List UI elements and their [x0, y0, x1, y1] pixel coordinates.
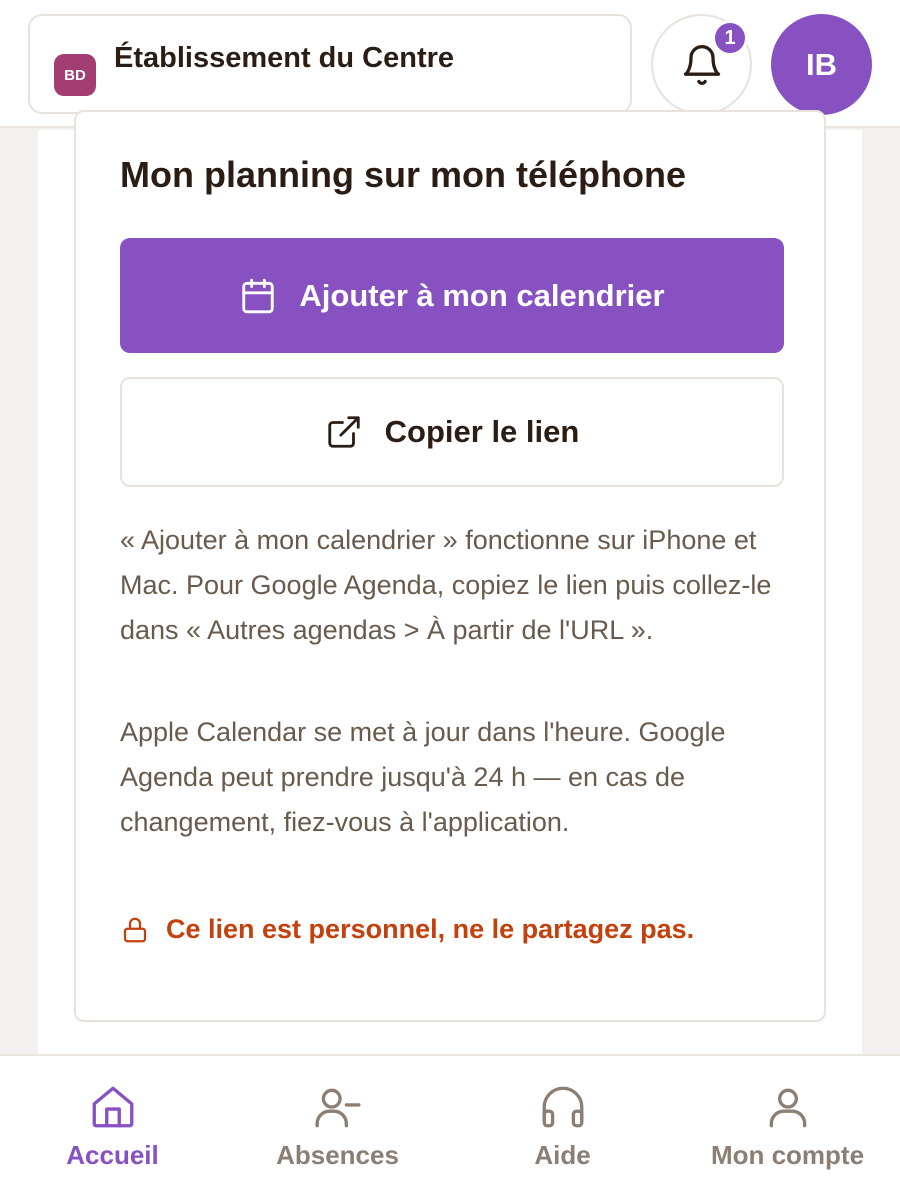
nav-label: Absences	[276, 1140, 399, 1170]
nav-item-absences[interactable]: Absences	[225, 1082, 450, 1171]
school-selector[interactable]: BD Établissement du Centre	[28, 14, 632, 114]
nav-item-aide[interactable]: Aide	[450, 1082, 675, 1171]
calendar-icon	[242, 278, 275, 313]
main-content: Mon planning sur mon téléphone Ajouter à…	[38, 110, 862, 1054]
privacy-warning-text: Ce lien est personnel, ne le partagez pa…	[166, 914, 695, 944]
card-title: Mon planning sur mon téléphone	[120, 154, 686, 195]
external-link-icon	[327, 416, 360, 448]
nav-item-accueil[interactable]: Accueil	[0, 1082, 225, 1171]
instructions-paragraph: « Ajouter à mon calendrier » fonctionne …	[120, 525, 772, 645]
add-to-calendar-label: Ajouter à mon calendrier	[299, 277, 665, 313]
user-avatar[interactable]: IB	[771, 14, 872, 115]
copy-link-label: Copier le lien	[384, 414, 580, 449]
phone-calendar-card: Mon planning sur mon téléphone Ajouter à…	[74, 110, 826, 1022]
school-name: Établissement du Centre	[114, 42, 455, 74]
notification-count-badge: 1	[712, 20, 748, 56]
headphones-icon	[542, 1086, 583, 1128]
bottom-navigation: Accueil Absences Aide Mon compte	[0, 1054, 900, 1200]
notifications-button[interactable]: 1	[651, 14, 752, 115]
school-badge: BD	[54, 54, 96, 96]
privacy-warning: Ce lien est personnel, ne le partagez pa…	[120, 914, 694, 945]
sync-info-paragraph: Apple Calendar se met à jour dans l'heur…	[120, 717, 726, 837]
user-minus-icon	[315, 1088, 360, 1128]
top-header: BD Établissement du Centre 1 IB	[0, 0, 900, 128]
copy-link-button[interactable]: Copier le lien	[120, 377, 784, 487]
add-to-calendar-button[interactable]: Ajouter à mon calendrier	[120, 238, 784, 353]
nav-label: Aide	[534, 1140, 591, 1170]
app-screen: BD Établissement du Centre 1 IB Mon plan…	[0, 0, 900, 1200]
lock-icon	[123, 917, 147, 942]
nav-label: Mon compte	[710, 1140, 865, 1170]
nav-label: Accueil	[66, 1140, 159, 1170]
user-icon	[769, 1088, 806, 1128]
home-icon	[92, 1086, 133, 1128]
nav-item-mon-compte[interactable]: Mon compte	[675, 1082, 900, 1171]
